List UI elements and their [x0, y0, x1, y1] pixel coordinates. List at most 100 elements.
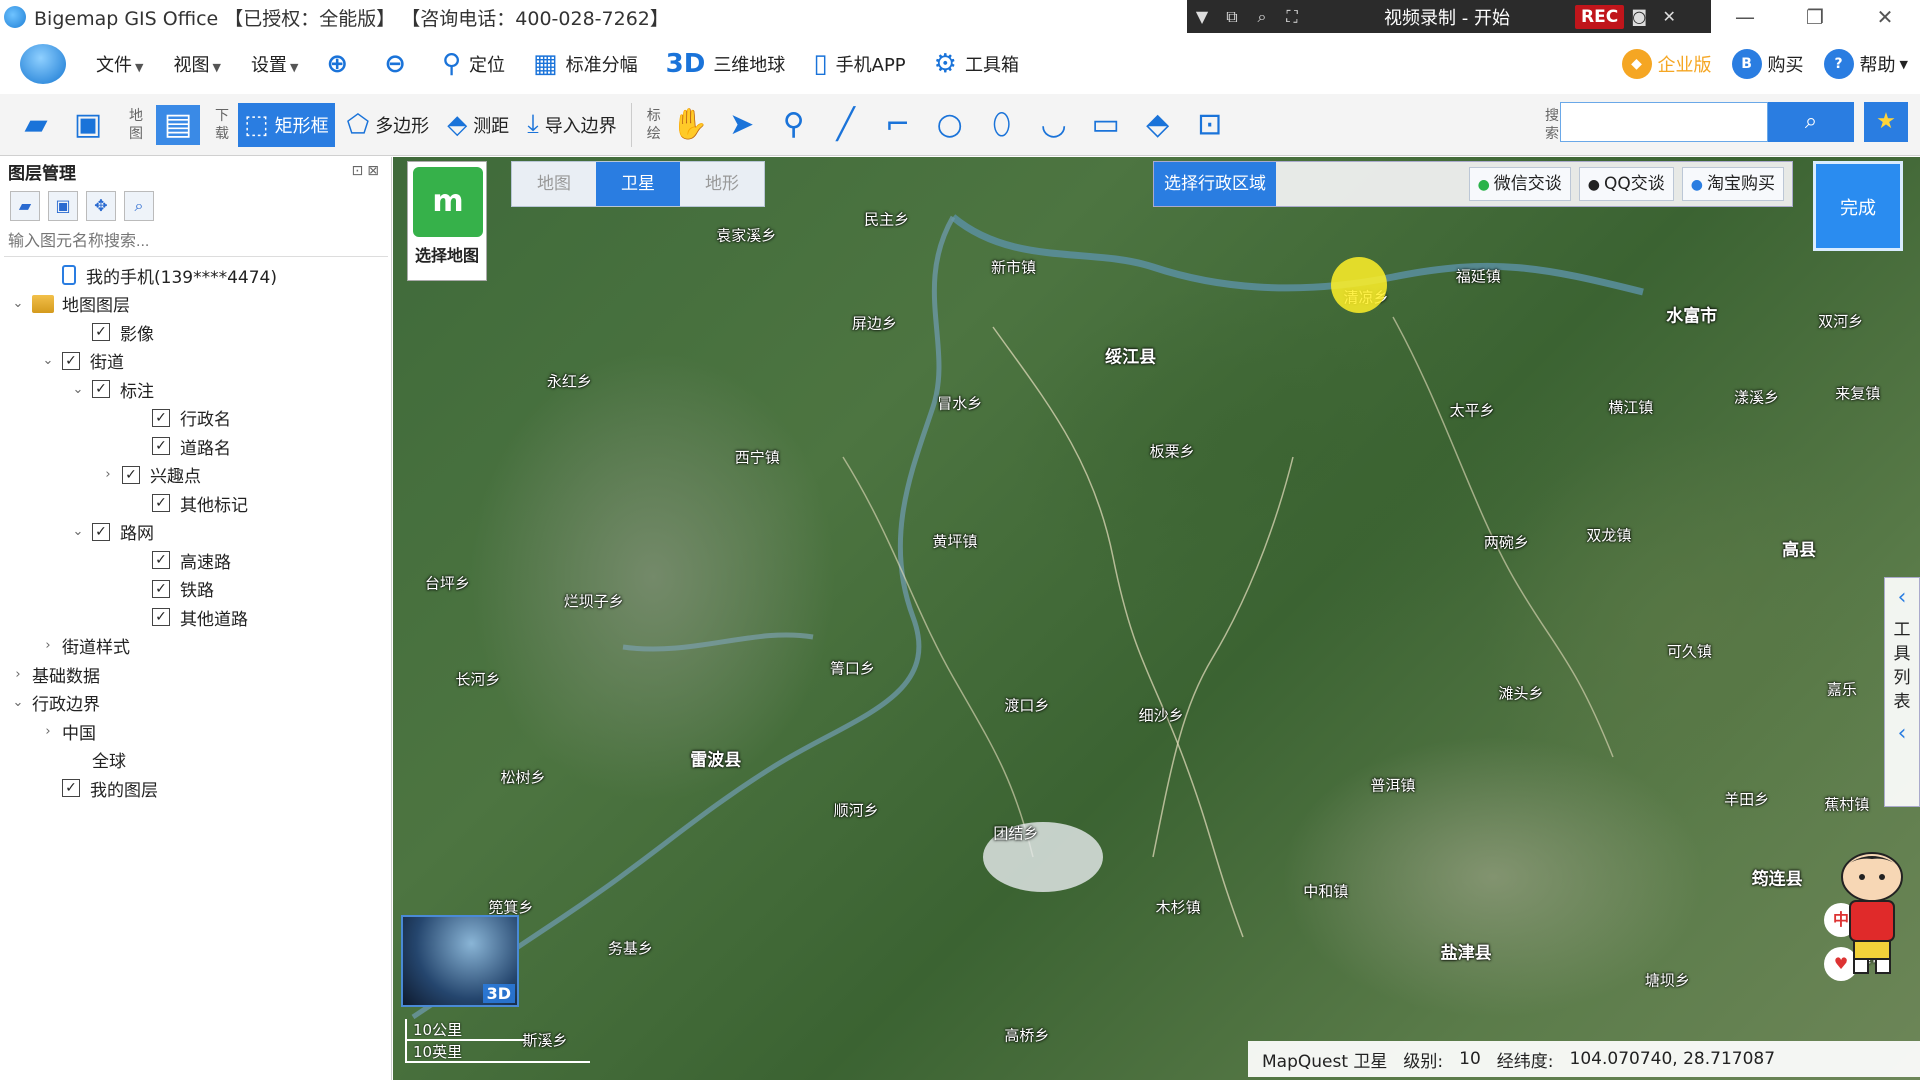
- done-button[interactable]: 完成: [1813, 161, 1903, 251]
- tree-node[interactable]: › 基础数据: [0, 660, 391, 689]
- open-folder-icon[interactable]: ▰: [10, 191, 40, 221]
- menu-view[interactable]: 视图 ▼: [173, 51, 220, 77]
- restore-button[interactable]: ❐: [1780, 0, 1850, 34]
- search-button[interactable]: ⌕: [1768, 102, 1854, 142]
- tree-node[interactable]: ⌄ ✓ 街道: [0, 347, 391, 376]
- map-selector[interactable]: m 选择地图: [407, 161, 487, 281]
- expander-icon[interactable]: ⌄: [40, 353, 56, 368]
- close-button[interactable]: ✕: [1850, 0, 1920, 34]
- chevron-left-icon[interactable]: ‹: [1885, 578, 1919, 618]
- marker-icon[interactable]: ⚲: [768, 107, 820, 142]
- checkbox[interactable]: ✓: [92, 323, 110, 342]
- recorder-title[interactable]: 视频录制 - 开始: [1347, 4, 1547, 30]
- tree-node[interactable]: ✓ 道路名: [0, 432, 391, 461]
- tree-node[interactable]: ✓ 高速路: [0, 546, 391, 575]
- tree-node[interactable]: ✓ 我的图层: [0, 774, 391, 803]
- circle-icon[interactable]: ○: [924, 107, 976, 142]
- label-icon[interactable]: ⊡: [1184, 107, 1236, 142]
- checkbox[interactable]: ✓: [152, 579, 170, 598]
- tree-node[interactable]: 全球: [0, 746, 391, 775]
- rec-badge[interactable]: REC: [1575, 4, 1625, 29]
- checkbox[interactable]: ✓: [62, 779, 80, 798]
- pointer-icon[interactable]: ➤: [716, 107, 768, 142]
- app-menu-icon[interactable]: [20, 44, 66, 84]
- search-icon[interactable]: ⌕: [1247, 7, 1277, 27]
- menu-tool-4[interactable]: 3D 三维地球: [666, 49, 786, 79]
- enterprise-button[interactable]: ◆ 企业版: [1621, 49, 1712, 79]
- checkbox[interactable]: ✓: [152, 551, 170, 570]
- map-layers-icon[interactable]: ▤: [156, 104, 200, 145]
- menu-tool-2[interactable]: ⚲ 定位: [442, 49, 505, 79]
- save-icon[interactable]: ▣: [62, 107, 114, 142]
- dropdown-icon[interactable]: ▼: [1187, 7, 1217, 26]
- recorder-close-icon[interactable]: ✕: [1654, 7, 1684, 26]
- expander-icon[interactable]: ›: [40, 638, 56, 653]
- toolbar-button-0[interactable]: ⬚ 矩形框: [238, 102, 335, 147]
- rect-icon[interactable]: ▭: [1080, 107, 1132, 142]
- expander-icon[interactable]: ⌄: [10, 695, 26, 710]
- tree-node[interactable]: ⌄ 地图图层: [0, 290, 391, 319]
- save-icon[interactable]: ▣: [48, 191, 78, 221]
- chevron-left-icon[interactable]: ‹: [1885, 714, 1919, 754]
- panel-controls[interactable]: ⊡⊠: [352, 163, 383, 179]
- toolbar-button-3[interactable]: ⤓ 导入边界: [521, 103, 623, 147]
- freehand-icon[interactable]: ⬯: [976, 107, 1028, 142]
- layer-search-input[interactable]: [4, 227, 388, 257]
- favorite-star-icon[interactable]: ★: [1864, 102, 1908, 142]
- map-type-tab[interactable]: 地图: [512, 162, 596, 206]
- checkbox[interactable]: ✓: [152, 408, 170, 427]
- select-region-button[interactable]: 选择行政区域: [1154, 162, 1276, 206]
- checkbox[interactable]: ✓: [92, 522, 110, 541]
- folder-open-icon[interactable]: ▰: [10, 107, 62, 142]
- expander-icon[interactable]: ›: [100, 467, 116, 482]
- map-type-tab[interactable]: 地形: [680, 162, 764, 206]
- checkbox[interactable]: ✓: [62, 351, 80, 370]
- tree-node[interactable]: ⌄ 行政边界: [0, 689, 391, 718]
- menu-tool-1[interactable]: ⊖: [384, 49, 414, 79]
- toolbar-button-2[interactable]: ⬘ 测距: [441, 103, 515, 147]
- expander-icon[interactable]: ⌄: [10, 296, 26, 311]
- menu-tool-5[interactable]: ▯ 手机APP: [813, 49, 905, 79]
- menu-tool-6[interactable]: ⚙ 工具箱: [934, 49, 1019, 79]
- expander-icon[interactable]: ⌄: [70, 524, 86, 539]
- checkbox[interactable]: ✓: [152, 494, 170, 513]
- tree-node[interactable]: › 中国: [0, 717, 391, 746]
- menu-tool-0[interactable]: ⊕: [326, 49, 356, 79]
- tree-node[interactable]: ✓ 其他道路: [0, 603, 391, 632]
- region-icon[interactable]: ⛶: [1277, 7, 1307, 27]
- tree-node[interactable]: ⌄ ✓ 路网: [0, 518, 391, 547]
- tree-node[interactable]: ✓ 其他标记: [0, 489, 391, 518]
- buy-button[interactable]: B 购买: [1731, 49, 1804, 79]
- layers-icon[interactable]: ✥: [86, 191, 116, 221]
- tree-node[interactable]: ✓ 行政名: [0, 404, 391, 433]
- expander-icon[interactable]: ⌄: [70, 382, 86, 397]
- tree-node[interactable]: 我的手机(139****4474): [0, 261, 391, 290]
- camera-icon[interactable]: ◙: [1624, 7, 1654, 26]
- map-type-tab[interactable]: 卫星: [596, 162, 680, 206]
- checkbox[interactable]: ✓: [122, 465, 140, 484]
- tree-node[interactable]: ✓ 影像: [0, 318, 391, 347]
- tree-node[interactable]: ✓ 铁路: [0, 575, 391, 604]
- tree-node[interactable]: ⌄ ✓ 标注: [0, 375, 391, 404]
- line-icon[interactable]: ╱: [820, 107, 872, 142]
- checkbox[interactable]: ✓: [152, 608, 170, 627]
- search-icon[interactable]: ⌕: [124, 191, 154, 221]
- help-button[interactable]: ? 帮助 ▼: [1823, 49, 1908, 79]
- map-view[interactable]: 袁家溪乡民主乡新市镇福延镇清凉乡水富市双河乡屏边乡绥江县永红乡冒水乡太平乡横江镇…: [393, 157, 1920, 1080]
- minimize-button[interactable]: —: [1710, 0, 1780, 34]
- expander-icon[interactable]: ›: [10, 667, 26, 682]
- window-icon[interactable]: ⧉: [1217, 7, 1247, 27]
- curve-icon[interactable]: ◡: [1028, 107, 1080, 142]
- menu-settings[interactable]: 设置 ▼: [251, 51, 298, 77]
- globe-3d-thumbnail[interactable]: 3D: [401, 915, 519, 1007]
- checkbox[interactable]: ✓: [152, 437, 170, 456]
- expander-icon[interactable]: ›: [40, 724, 56, 739]
- contact-button[interactable]: ● 微信交谈: [1468, 167, 1571, 201]
- place-search-input[interactable]: [1560, 102, 1768, 142]
- checkbox[interactable]: ✓: [92, 380, 110, 399]
- tree-node[interactable]: › 街道样式: [0, 632, 391, 661]
- tree-node[interactable]: › ✓ 兴趣点: [0, 461, 391, 490]
- ruler-tool-icon[interactable]: ⬘: [1132, 107, 1184, 142]
- menu-file[interactable]: 文件 ▼: [96, 51, 143, 77]
- menu-tool-3[interactable]: ▦ 标准分幅: [533, 49, 638, 79]
